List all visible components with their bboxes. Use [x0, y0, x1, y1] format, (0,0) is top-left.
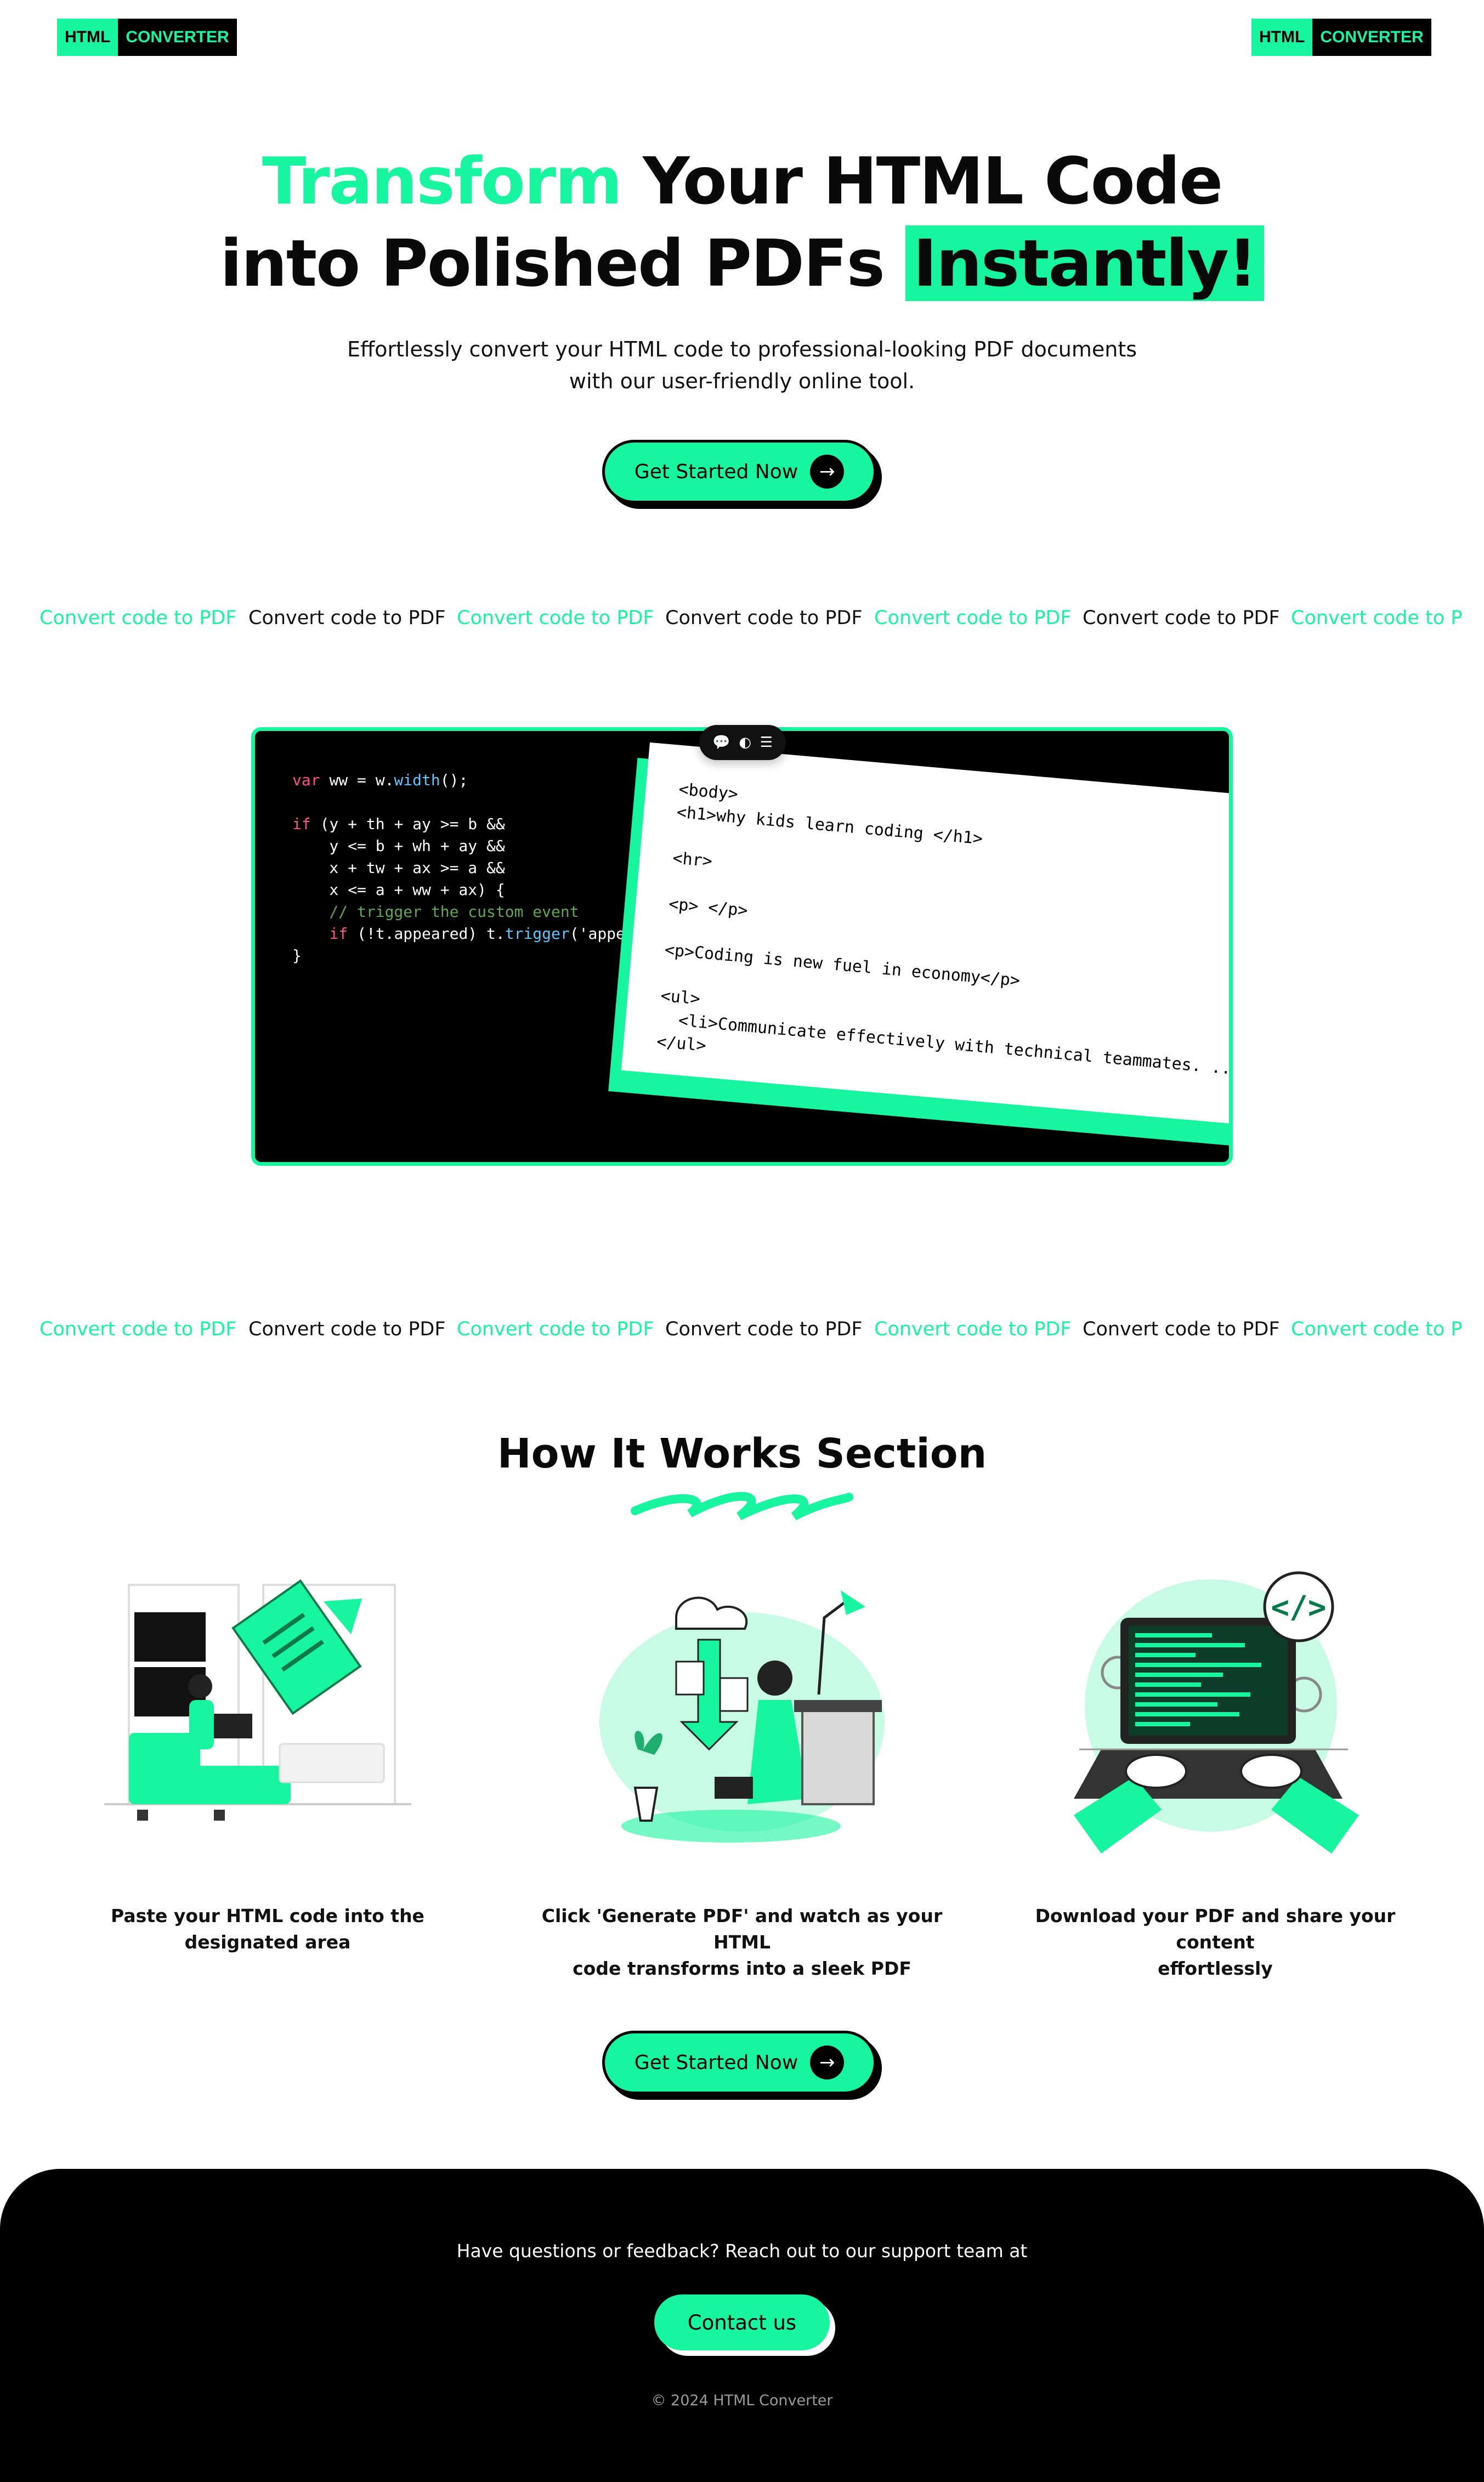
how-it-works-title: How It Works Section: [497, 1430, 987, 1477]
brand-logo-html: HTML: [1251, 19, 1313, 56]
marquee-item: Convert code to PDF: [874, 607, 1072, 629]
marquee-item: Convert code to P: [1291, 1318, 1463, 1340]
get-started-button[interactable]: Get Started Now →: [602, 440, 882, 509]
code-line-4: x + tw + ax >= a &&: [292, 859, 505, 877]
editor-toolbar: 💬 ◐ ☰: [699, 725, 786, 760]
brand-logo-converter: CONVERTER: [118, 19, 237, 56]
step-2-line1: Click 'Generate PDF' and watch as your H…: [541, 1905, 943, 1953]
paste-code-illustration: [104, 1579, 411, 1821]
marquee-top: Convert code to PDF Convert code to PDF …: [0, 602, 1484, 634]
settings-sliders-icon[interactable]: ☰: [760, 734, 773, 751]
get-started-label: Get Started Now: [634, 2051, 798, 2074]
step-3-text: Download your PDF and share your content…: [1007, 1903, 1424, 1982]
step-1-text: Paste your HTML code into the designated…: [59, 1903, 476, 1956]
code-editor-source: var ww = w.width(); if (y + th + ay >= b…: [292, 771, 653, 965]
paper-line: </ul>: [655, 1032, 707, 1056]
contact-us-button[interactable]: Contact us: [654, 2294, 835, 2356]
marquee-item: Convert code to PDF: [457, 607, 654, 629]
get-started-button-face[interactable]: Get Started Now →: [602, 2031, 876, 2094]
code-line-0-tail: ();: [440, 771, 468, 789]
marquee-item: Convert code to PDF: [665, 607, 863, 629]
marquee-item: Convert code to PDF: [457, 1318, 654, 1340]
hero-title-highlight: Instantly!: [905, 225, 1264, 301]
code-function: trigger: [505, 925, 570, 943]
marquee-item: Convert code to P: [1291, 607, 1463, 629]
code-keyword: if: [329, 925, 348, 943]
contact-us-button-face[interactable]: Contact us: [654, 2294, 830, 2350]
arrow-right-icon: →: [810, 2045, 845, 2079]
toggle-icon[interactable]: ◐: [739, 734, 751, 751]
paper-line: <p> </p>: [667, 894, 749, 921]
get-started-label: Get Started Now: [634, 460, 798, 483]
squiggle-underline: [631, 1492, 853, 1521]
svg-text:</>: </>: [1271, 1590, 1326, 1625]
marquee-item: Convert code to PDF: [1083, 1318, 1280, 1340]
step-2-line2: code transforms into a sleek PDF: [573, 1958, 911, 1979]
marquee-item: Convert code to PDF: [248, 1318, 446, 1340]
code-keyword: var: [292, 771, 320, 789]
paper-line: <li>Communicate effectively with technic…: [658, 1009, 1233, 1083]
brand-logo-html: HTML: [57, 19, 118, 56]
code-line-7-mid: (!t.appeared) t.: [357, 925, 505, 943]
hero-title-accent: Transform: [262, 143, 622, 219]
hero-subtitle-line2: with our user-friendly online tool.: [569, 369, 915, 393]
hero-title-line1: Your HTML Code: [621, 143, 1223, 219]
hero-title: Transform Your HTML Code into Polished P…: [0, 140, 1484, 304]
hero-title-line2: into Polished PDFs: [220, 225, 905, 301]
arrow-right-icon: →: [810, 455, 845, 489]
code-comment: // trigger the custom event: [292, 903, 579, 921]
step-3-line1: Download your PDF and share your content: [1035, 1905, 1396, 1953]
paper-line: <body>: [678, 779, 739, 804]
code-line-2: (y + th + ay >= b &&: [320, 815, 505, 833]
download-pdf-illustration: </>: [1074, 1571, 1359, 1854]
comment-icon[interactable]: 💬: [712, 734, 730, 751]
paper-line: <h1>why kids learn coding </h1>: [676, 802, 984, 849]
code-line-0-rest: ww = w.: [329, 771, 394, 789]
marquee-item: Convert code to PDF: [1083, 607, 1280, 629]
hero-subtitle: Effortlessly convert your HTML code to p…: [331, 333, 1153, 397]
code-line-3: y <= b + wh + ay &&: [292, 837, 505, 855]
pdf-sheet: <body> <h1>why kids learn coding </h1> <…: [621, 742, 1233, 1128]
paper-line: <ul>: [660, 986, 701, 1009]
marquee-item: Convert code to PDF: [665, 1318, 863, 1340]
brand-logo-converter: CONVERTER: [1312, 19, 1431, 56]
get-started-button-bottom[interactable]: Get Started Now →: [602, 2031, 882, 2100]
get-started-button-face[interactable]: Get Started Now →: [602, 440, 876, 503]
code-line-5: x <= a + ww + ax) {: [292, 881, 505, 899]
hero-subtitle-line1: Effortlessly convert your HTML code to p…: [347, 337, 1137, 361]
paper-line: <hr>: [672, 848, 713, 871]
pdf-preview-sheet: <body> <h1>why kids learn coding </h1> <…: [608, 742, 1233, 1162]
paper-line: <p>Coding is new fuel in economy</p>: [664, 940, 1021, 991]
copyright-text: © 2024 HTML Converter: [651, 2392, 833, 2409]
marquee-item: Convert code to PDF: [874, 1318, 1072, 1340]
step-2-text: Click 'Generate PDF' and watch as your H…: [534, 1903, 950, 1982]
code-editor-window: var ww = w.width(); if (y + th + ay >= b…: [251, 727, 1233, 1166]
step-1-line1: Paste your HTML code into the designated…: [111, 1905, 424, 1953]
marquee-item: Convert code to PDF: [39, 607, 237, 629]
code-function: width: [394, 771, 440, 789]
brand-logo-right[interactable]: HTML CONVERTER: [1251, 19, 1431, 56]
marquee-item: Convert code to PDF: [39, 1318, 237, 1340]
marquee-item: Convert code to PDF: [248, 607, 446, 629]
footer-support-text: Have questions or feedback? Reach out to…: [456, 2240, 1028, 2262]
generate-pdf-illustration: [599, 1590, 885, 1843]
brand-logo-left[interactable]: HTML CONVERTER: [57, 19, 237, 56]
code-keyword: if: [292, 815, 311, 833]
marquee-bottom: Convert code to PDF Convert code to PDF …: [0, 1313, 1484, 1346]
step-3-line2: effortlessly: [1158, 1958, 1273, 1979]
